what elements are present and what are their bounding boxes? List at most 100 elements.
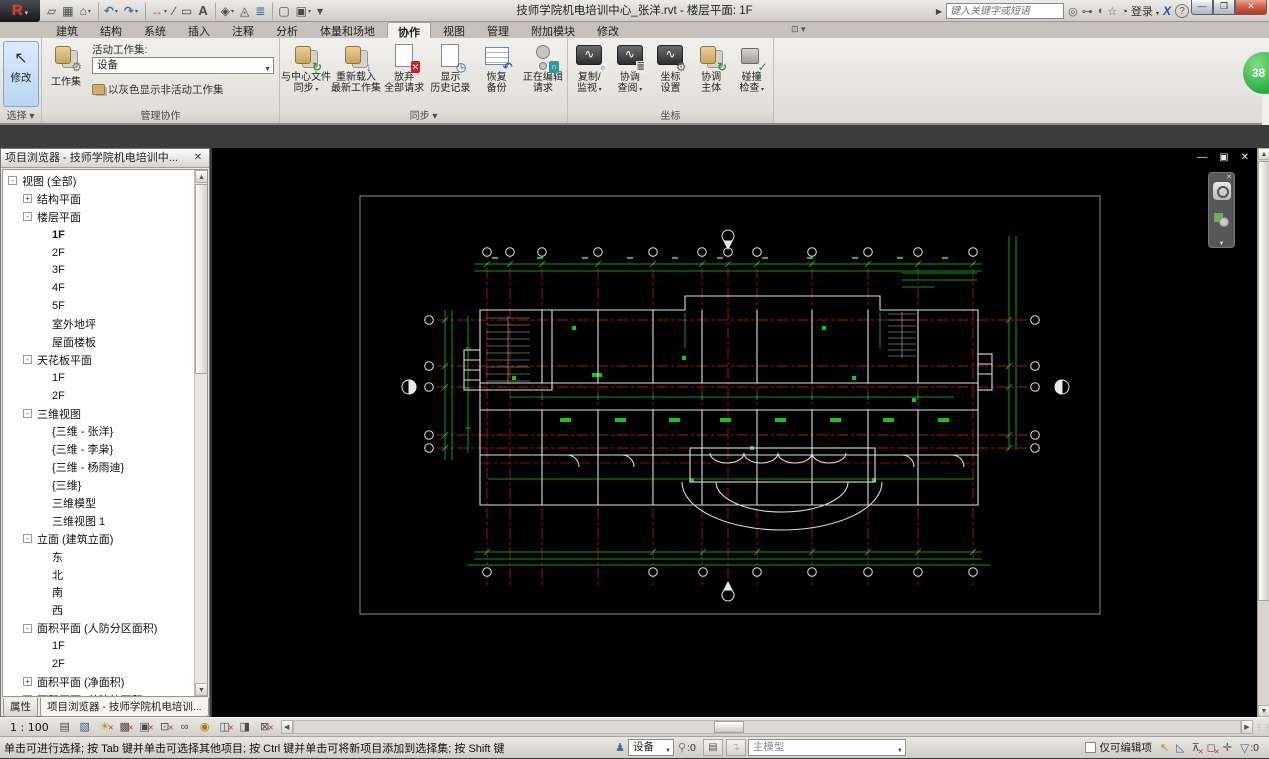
drawing-canvas[interactable]: — ▣ ✕ ✕ ▼ — [212, 148, 1257, 717]
infocenter-search-input[interactable] — [946, 3, 1065, 19]
project-browser-titlebar[interactable]: 项目浏览器 - 技师学院机电培训中... ✕ — [1, 149, 209, 168]
tree-elev-west[interactable]: 西 — [3, 601, 194, 619]
favorites-star-icon[interactable]: ☆ — [1107, 5, 1117, 18]
tree-floor-plan-3f[interactable]: 3F — [3, 261, 194, 279]
section-button[interactable]: ◬ — [238, 2, 251, 20]
active-workset-selector[interactable]: 设备 ▼ — [628, 739, 674, 756]
zoom-tool-icon[interactable] — [1214, 213, 1229, 227]
reload-latest-button[interactable]: 重新载入 最新工作集 — [331, 40, 381, 109]
design-options-dialog-button[interactable]: ▤ — [702, 739, 723, 756]
checkbox-icon[interactable] — [1085, 742, 1097, 753]
measure-button[interactable]: ↔ — [145, 2, 169, 20]
tree-3d-yangyudi[interactable]: {三维 - 杨雨迪} — [3, 458, 194, 476]
tree-views-all[interactable]: - 视图 (全部) — [3, 172, 194, 190]
default-3d-view-button[interactable]: ◈ — [214, 2, 236, 20]
show-history-button[interactable]: 显示 历史记录 — [427, 40, 473, 109]
browser-scrollbar[interactable]: ▲ ▼ — [194, 170, 207, 696]
worksets-button[interactable]: 工作集 — [45, 41, 87, 107]
subscription-key-icon[interactable]: ⊶ — [1082, 5, 1093, 18]
resize-grip[interactable]: ⋮⋮ — [1255, 720, 1269, 735]
tree-elev-east[interactable]: 东 — [3, 548, 194, 566]
tree-toggle-icon[interactable]: - — [23, 409, 32, 419]
tree-floor-plans[interactable]: - 楼层平面 — [3, 208, 194, 226]
editing-requests-button[interactable]: 正在编辑 请求 — [520, 40, 566, 109]
undo-button[interactable]: ↶ — [97, 2, 120, 20]
view-close-button[interactable]: ✕ — [1241, 151, 1249, 165]
sync-with-central-button[interactable]: 与中心文件 同步 — [281, 40, 331, 109]
temporary-view-properties-icon[interactable]: ◨ — [237, 720, 253, 735]
tree-toggle-icon[interactable]: + — [23, 695, 32, 696]
exchange-apps-icon[interactable]: X — [1163, 4, 1171, 18]
select-panel-label[interactable]: 选择 ▾ — [0, 110, 41, 123]
worksharing-display-icon[interactable]: ◫ — [217, 720, 234, 736]
scroll-right-icon[interactable]: ▶ — [1241, 720, 1253, 734]
close-button[interactable]: ✕ — [1235, 0, 1267, 15]
search-binoculars-icon[interactable]: ◎ — [1068, 5, 1078, 18]
tab-analyze[interactable]: 分析 — [266, 22, 308, 38]
text-button[interactable]: A — [196, 2, 209, 20]
scroll-down-icon[interactable]: ▼ — [1258, 705, 1269, 717]
tree-floor-plan-2f[interactable]: 2F — [3, 244, 194, 262]
add-to-set-button[interactable]: ↴ — [725, 739, 746, 756]
modify-button[interactable]: ↖ 修改 — [3, 41, 39, 107]
canvas-vertical-scrollbar[interactable]: ▲ ▼ — [1257, 148, 1269, 717]
crop-view-icon[interactable]: ▣ — [137, 720, 154, 736]
visual-style-icon[interactable]: ▧ — [77, 720, 93, 735]
navbar-more-icon[interactable]: ▼ — [1209, 241, 1234, 247]
scrollbar-thumb[interactable] — [195, 184, 207, 374]
minimize-button[interactable]: — — [1191, 0, 1213, 15]
tab-annotate[interactable]: 注释 — [222, 22, 264, 38]
editable-only-checkbox[interactable]: 仅可编辑项 — [1085, 740, 1152, 755]
tree-structural-plans[interactable]: + 结构平面 — [3, 190, 194, 208]
application-menu-button[interactable]: R ▾ — [0, 0, 40, 22]
restore-backup-button[interactable]: 恢复 备份 — [474, 40, 520, 109]
tab-insert[interactable]: 插入 — [178, 22, 220, 38]
tree-floor-plan-5f[interactable]: 5F — [3, 297, 194, 315]
coordinates-button[interactable]: 坐标 设置 — [650, 40, 691, 109]
temporary-hide-icon[interactable]: ∞ — [177, 720, 193, 735]
communication-center-icon[interactable]: ◖ — [1097, 5, 1104, 17]
coordination-review-button[interactable]: 协调 查阅 — [610, 40, 651, 109]
close-inactive-button[interactable]: ▢ — [272, 2, 291, 20]
reveal-hidden-icon[interactable]: ◉ — [197, 720, 213, 735]
ribbon-cycle-button[interactable]: ⊡ ▾ — [791, 22, 806, 38]
scroll-up-icon[interactable]: ▲ — [1258, 148, 1269, 160]
tree-toggle-icon[interactable]: - — [8, 176, 17, 186]
select-pinned-icon[interactable]: ⊼ — [1192, 741, 1204, 756]
tree-floor-plan-roof[interactable]: 屋面楼板 — [3, 333, 194, 351]
tree-3d-default[interactable]: {三维} — [3, 476, 194, 494]
tab-structure[interactable]: 结构 — [90, 22, 132, 38]
properties-tab[interactable]: 属性 — [3, 698, 38, 717]
tree-toggle-icon[interactable]: - — [23, 623, 32, 633]
scroll-down-icon[interactable]: ▼ — [195, 683, 207, 696]
tree-toggle-icon[interactable]: - — [23, 355, 32, 365]
infocenter-expand-icon[interactable]: ▶ — [936, 7, 942, 16]
tree-toggle-icon[interactable]: - — [23, 212, 32, 222]
tab-collaborate[interactable]: 协作 — [387, 22, 431, 39]
tab-manage[interactable]: 管理 — [477, 22, 519, 38]
tab-view[interactable]: 视图 — [433, 22, 475, 38]
tag-by-category-button[interactable]: ▭ — [179, 2, 194, 20]
interference-check-button[interactable]: 碰撞 检查 — [731, 40, 772, 109]
view-restore-button[interactable]: ▣ — [1219, 151, 1228, 165]
tree-area-2f[interactable]: 2F — [3, 655, 194, 673]
sign-in-button[interactable]: ◔ 登录 ▾ — [1121, 3, 1159, 19]
analytical-model-icon[interactable]: ⊠ — [257, 720, 274, 736]
relinquish-all-button[interactable]: 放弃 全部请求 — [381, 40, 427, 109]
canvas-horizontal-scrollbar[interactable]: ◀ ▶ — [280, 720, 1253, 735]
select-links-icon[interactable]: ↖ — [1160, 741, 1169, 754]
view-scale-button[interactable]: 1 : 100 — [0, 721, 57, 734]
view-minimize-button[interactable]: — — [1197, 151, 1207, 165]
sun-path-icon[interactable]: ☀ — [97, 720, 114, 736]
scroll-left-icon[interactable]: ◀ — [280, 720, 293, 734]
thin-lines-button[interactable]: ≣ — [253, 2, 267, 20]
tab-architecture[interactable]: 建筑 — [46, 22, 88, 38]
scroll-up-icon[interactable]: ▲ — [195, 170, 207, 183]
synchronize-panel-label[interactable]: 同步 ▾ — [280, 110, 567, 123]
copy-monitor-button[interactable]: 复制/ 监视 — [569, 40, 610, 109]
editing-requests-indicator[interactable]: ⚲ :0 — [678, 741, 696, 755]
tree-elev-south[interactable]: 南 — [3, 583, 194, 601]
detail-level-icon[interactable]: ▤ — [57, 720, 73, 735]
restore-button[interactable]: ❐ — [1213, 0, 1235, 15]
tree-3d-view-1[interactable]: 三维视图 1 — [3, 512, 194, 530]
